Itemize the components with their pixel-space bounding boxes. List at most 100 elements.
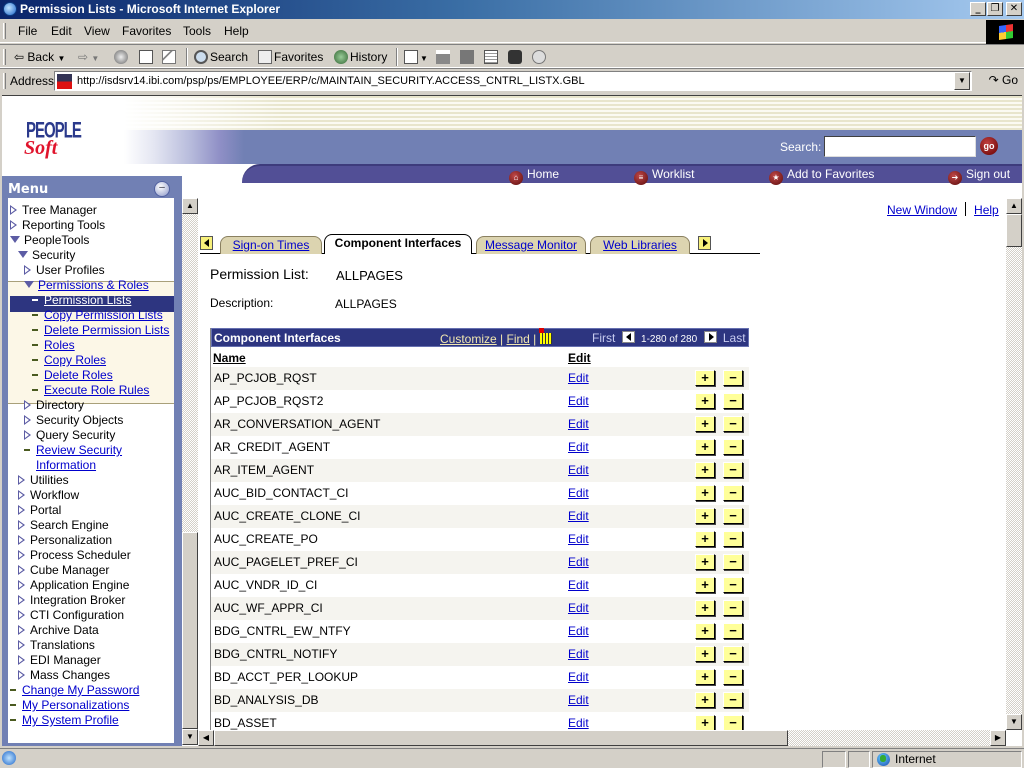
menu-item[interactable]: Translations [18,638,174,653]
add-row-button[interactable]: + [695,692,715,708]
home-button[interactable] [162,49,178,65]
delete-row-button[interactable]: − [723,485,743,501]
help-link[interactable]: Help [974,203,999,217]
discuss-button[interactable] [484,49,500,65]
menu-item[interactable]: Personalization [18,533,174,548]
menu-item[interactable]: Permission Lists [32,293,174,308]
page-hscroll-thumb[interactable] [214,730,788,746]
menu-file[interactable]: File [18,24,37,38]
tab-scroll-right-button[interactable] [698,236,711,250]
menu-scrollbar[interactable]: ▲ ▼ [182,198,198,745]
toolbar-grip[interactable] [3,73,6,89]
new-window-link[interactable]: New Window [887,203,957,217]
tab-sign-on-times[interactable]: Sign-on Times [220,236,322,254]
nav-worklist[interactable]: ≡ Worklist [634,166,694,185]
edit-link[interactable]: Edit [568,574,589,597]
tab-component-interfaces[interactable]: Component Interfaces [324,234,472,254]
menu-item[interactable]: User Profiles [24,263,174,278]
menu-item[interactable]: Directory [24,398,174,413]
add-row-button[interactable]: + [695,508,715,524]
customize-link[interactable]: Customize [440,332,497,346]
page-scroll-left-button[interactable]: ◀ [198,730,214,746]
page-vertical-scrollbar[interactable]: ▲ ▼ [1006,198,1022,730]
menu-item[interactable]: Integration Broker [18,593,174,608]
delete-row-button[interactable]: − [723,370,743,386]
menu-item[interactable]: Tree Manager [10,203,174,218]
refresh-button[interactable] [139,49,155,65]
nav-sign-out[interactable]: ➔ Sign out [948,166,1010,185]
delete-row-button[interactable]: − [723,439,743,455]
maximize-button[interactable]: ❐ [987,2,1003,16]
spy-button[interactable] [508,49,524,65]
menu-item[interactable]: Copy Permission Lists [32,308,174,323]
go-button[interactable]: ↷ Go [989,72,1018,88]
menu-item[interactable]: Execute Role Rules [32,383,174,398]
menu-item[interactable]: Permissions & Roles [24,278,174,293]
add-row-button[interactable]: + [695,485,715,501]
edit-link[interactable]: Edit [568,390,589,413]
menu-item[interactable]: Application Engine [18,578,174,593]
menu-item[interactable]: My System Profile [10,713,174,728]
page-horizontal-scrollbar[interactable]: ◀ ▶ [198,730,1006,746]
delete-row-button[interactable]: − [723,416,743,432]
menu-item[interactable]: Search Engine [18,518,174,533]
nav-add-to-favorites[interactable]: ★ Add to Favorites [769,166,874,185]
menu-tools[interactable]: Tools [183,24,211,38]
menu-item[interactable]: Portal [18,503,174,518]
add-row-button[interactable]: + [695,623,715,639]
menu-scroll-thumb[interactable] [182,532,198,729]
edit-link[interactable]: Edit [568,528,589,551]
menu-item[interactable]: Process Scheduler [18,548,174,563]
menu-item[interactable]: Query Security [24,428,174,443]
menu-item[interactable]: EDI Manager [18,653,174,668]
close-button[interactable]: ✕ [1006,2,1022,16]
page-scroll-right-button[interactable]: ▶ [990,730,1006,746]
delete-row-button[interactable]: − [723,692,743,708]
delete-row-button[interactable]: − [723,554,743,570]
menu-item[interactable]: Review Security [24,443,174,458]
delete-row-button[interactable]: − [723,531,743,547]
edit-link[interactable]: Edit [568,436,589,459]
menu-item[interactable]: Security Objects [24,413,174,428]
portal-search-go-button[interactable]: go [980,137,998,155]
delete-row-button[interactable]: − [723,600,743,616]
next-page-button[interactable] [703,331,717,343]
add-row-button[interactable]: + [695,393,715,409]
edit-link[interactable]: Edit [568,551,589,574]
menu-item[interactable]: PeopleTools [10,233,174,248]
mail-button[interactable]: ▼ [404,49,428,65]
last-link[interactable]: Last [723,331,746,345]
back-dropdown-icon[interactable]: ▼ [57,54,65,63]
edit-link[interactable]: Edit [568,459,589,482]
history-button[interactable]: History [334,49,387,65]
add-row-button[interactable]: + [695,600,715,616]
edit-link[interactable]: Edit [568,620,589,643]
add-row-button[interactable]: + [695,439,715,455]
menu-collapse-button[interactable]: – [154,181,170,197]
add-row-button[interactable]: + [695,531,715,547]
add-row-button[interactable]: + [695,416,715,432]
menu-item[interactable]: My Personalizations [10,698,174,713]
edit-link[interactable]: Edit [568,643,589,666]
menu-item[interactable]: CTI Configuration [18,608,174,623]
column-header-name[interactable]: Name [213,351,246,365]
add-row-button[interactable]: + [695,646,715,662]
favorites-button[interactable]: Favorites [258,49,323,65]
menu-item[interactable]: Security [18,248,174,263]
edit-link[interactable]: Edit [568,413,589,436]
menu-item[interactable]: Delete Roles [32,368,174,383]
edit-page-button[interactable] [460,49,476,65]
menu-item[interactable]: Workflow [18,488,174,503]
add-row-button[interactable]: + [695,462,715,478]
tab-scroll-left-button[interactable] [200,236,213,250]
toolbar-grip[interactable] [3,23,6,39]
search-button[interactable]: Search [194,49,248,65]
menu-item[interactable]: Archive Data [18,623,174,638]
menu-item[interactable]: Utilities [18,473,174,488]
edit-link[interactable]: Edit [568,689,589,712]
stop-button[interactable] [114,49,130,65]
back-button[interactable]: ⇦ Back ▼ [14,49,65,65]
add-row-button[interactable]: + [695,669,715,685]
address-input[interactable]: http://isdsrv14.ibi.com/psp/ps/EMPLOYEE/… [54,71,972,91]
menu-item[interactable]: Copy Roles [32,353,174,368]
